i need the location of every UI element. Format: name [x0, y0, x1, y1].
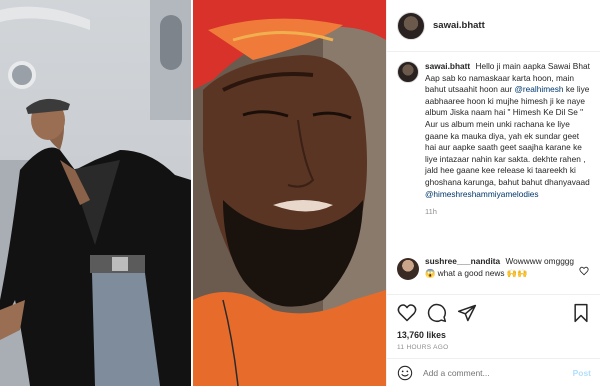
caption-text: sawai.bhatt Hello ji main aapka Sawai Bh…: [425, 61, 591, 249]
post-actions-section: 13,760 likes 11 HOURS AGO: [387, 294, 600, 356]
comment-like-icon[interactable]: [579, 266, 589, 276]
comment-icon[interactable]: [427, 303, 447, 323]
post-timestamp[interactable]: 11 HOURS AGO: [397, 344, 591, 351]
caption-avatar[interactable]: [397, 61, 419, 83]
header-username[interactable]: sawai.bhatt: [433, 20, 485, 31]
commenter-username[interactable]: sushree___nandita: [425, 256, 500, 266]
caption: sawai.bhatt Hello ji main aapka Sawai Bh…: [387, 53, 600, 249]
bookmark-icon[interactable]: [571, 303, 591, 323]
emoji-icon[interactable]: [397, 365, 413, 381]
likes-count[interactable]: 13,760 likes: [397, 330, 591, 340]
post-media[interactable]: [0, 0, 386, 386]
add-comment-bar: Post: [387, 358, 600, 386]
photo-singer-closeup: [193, 0, 386, 386]
instagram-post: sawai.bhatt sawai.bhatt Hello ji main aa…: [0, 0, 600, 386]
caption-time: 11h: [425, 207, 437, 217]
mention-himeshreshammiyamelodies[interactable]: @himeshreshammiyamelodies: [425, 189, 539, 199]
post-header: sawai.bhatt: [387, 0, 600, 52]
caption-username[interactable]: sawai.bhatt: [425, 61, 470, 71]
comment-item: sushree___nandita Wowwww omgggg 😱 what a…: [387, 256, 600, 296]
action-bar: [397, 301, 591, 325]
comment-text: sushree___nandita Wowwww omgggg 😱 what a…: [425, 256, 575, 296]
mention-realhimesh[interactable]: @realhimesh: [515, 84, 564, 94]
paper-plane-icon[interactable]: [457, 303, 477, 323]
commenter-avatar[interactable]: [397, 258, 419, 280]
post-comment-button[interactable]: Post: [573, 368, 591, 378]
heart-icon[interactable]: [397, 303, 417, 323]
profile-avatar[interactable]: [397, 11, 425, 40]
photo-man-in-coat: [0, 0, 191, 386]
post-side-panel: sawai.bhatt sawai.bhatt Hello ji main aa…: [386, 0, 600, 386]
caption-body-2: ke liye aabhaaree hoon ki mujhe himesh j…: [425, 84, 590, 187]
comment-input[interactable]: [423, 367, 573, 378]
